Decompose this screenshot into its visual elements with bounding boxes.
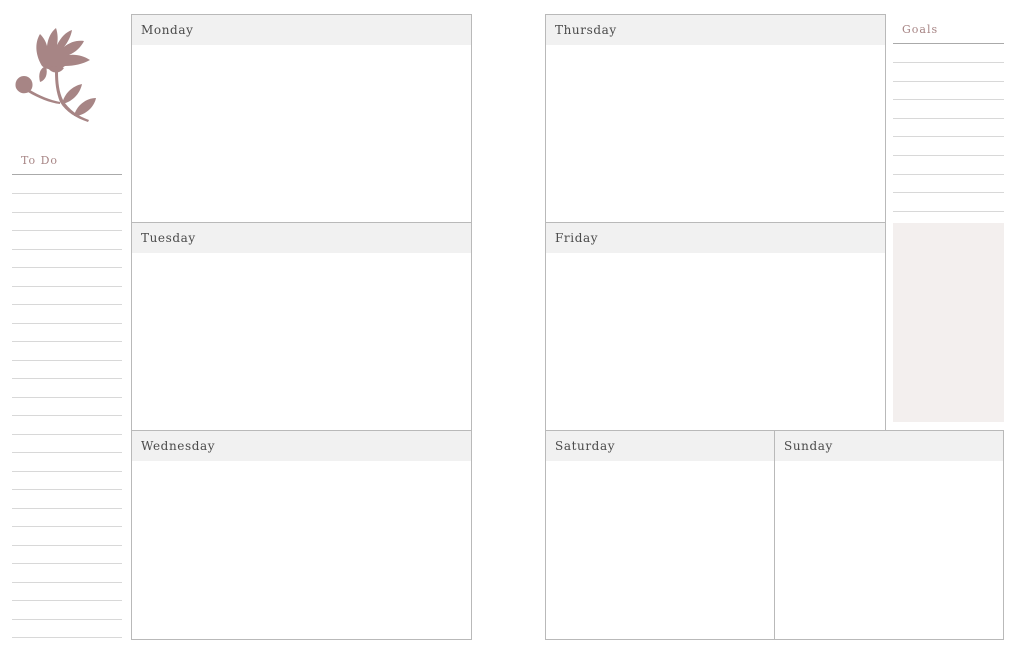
writing-line[interactable] (12, 563, 122, 564)
writing-line[interactable] (893, 62, 1004, 63)
writing-line[interactable] (12, 267, 122, 268)
day-label-tuesday: Tuesday (132, 223, 471, 253)
writing-line[interactable] (12, 637, 122, 638)
day-label-thursday: Thursday (546, 15, 885, 45)
writing-line[interactable] (12, 304, 122, 305)
todo-label: To Do (21, 154, 59, 167)
writing-line[interactable] (12, 341, 122, 342)
writing-line[interactable] (12, 378, 122, 379)
goals-label: Goals (902, 23, 939, 36)
writing-line[interactable] (893, 99, 1004, 101)
writing-line[interactable] (12, 470, 122, 472)
writing-line[interactable] (12, 322, 122, 324)
writing-line[interactable] (12, 285, 122, 287)
day-label-wednesday: Wednesday (132, 431, 471, 461)
writing-line[interactable] (893, 80, 1004, 82)
writing-line[interactable] (12, 618, 122, 620)
day-label-sunday: Sunday (775, 431, 1003, 461)
writing-line[interactable] (893, 173, 1004, 175)
day-box-sunday[interactable]: Sunday (774, 430, 1004, 640)
protea-flower-icon (10, 26, 106, 126)
writing-line[interactable] (12, 433, 122, 435)
writing-line[interactable] (12, 507, 122, 509)
notes-panel[interactable] (893, 223, 1004, 422)
writing-line[interactable] (12, 396, 122, 398)
writing-line[interactable] (12, 452, 122, 453)
day-box-tuesday[interactable]: Tuesday (131, 222, 472, 431)
writing-line[interactable] (12, 193, 122, 194)
writing-line[interactable] (12, 489, 122, 490)
writing-line[interactable] (893, 210, 1004, 212)
day-box-monday[interactable]: Monday (131, 14, 472, 223)
goals-header-rule (893, 43, 1004, 44)
writing-line[interactable] (12, 211, 122, 213)
day-box-saturday[interactable]: Saturday (545, 430, 775, 640)
day-box-friday[interactable]: Friday (545, 222, 886, 431)
writing-line[interactable] (12, 544, 122, 546)
day-label-friday: Friday (546, 223, 885, 253)
writing-line[interactable] (893, 192, 1004, 194)
writing-line[interactable] (12, 600, 122, 601)
day-label-monday: Monday (132, 15, 471, 45)
writing-line[interactable] (12, 230, 122, 231)
writing-line[interactable] (12, 359, 122, 361)
writing-line[interactable] (12, 526, 122, 527)
writing-line[interactable] (893, 136, 1004, 138)
day-box-wednesday[interactable]: Wednesday (131, 430, 472, 640)
writing-line[interactable] (893, 117, 1004, 119)
day-box-thursday[interactable]: Thursday (545, 14, 886, 223)
todo-header-rule (12, 174, 122, 175)
writing-line[interactable] (12, 415, 122, 416)
day-label-saturday: Saturday (546, 431, 774, 461)
writing-line[interactable] (12, 581, 122, 583)
writing-line[interactable] (12, 248, 122, 250)
writing-line[interactable] (893, 155, 1004, 156)
